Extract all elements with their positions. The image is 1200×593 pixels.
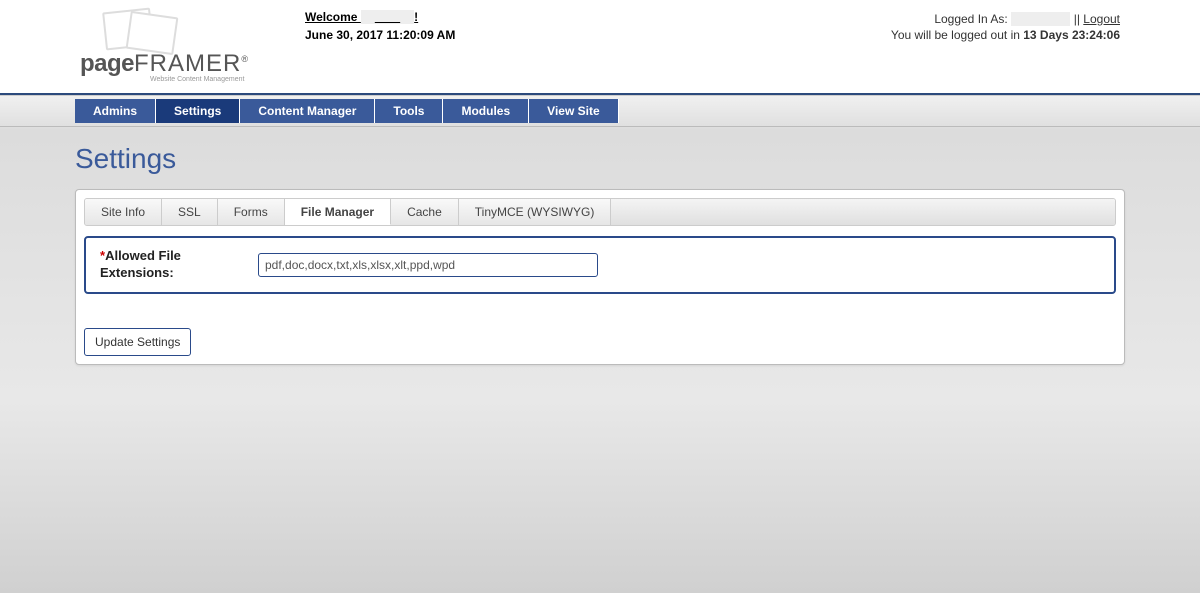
tab-forms[interactable]: Forms [218, 199, 285, 225]
file-manager-form: *Allowed File Extensions: [84, 236, 1116, 294]
tab-tinymce[interactable]: TinyMCE (WYSIWYG) [459, 199, 612, 225]
timeout-prefix: You will be logged out in [891, 28, 1023, 42]
nav-view-site[interactable]: View Site [529, 99, 618, 123]
main-nav: Admins Settings Content Manager Tools Mo… [75, 95, 619, 119]
logout-link[interactable]: Logout [1083, 12, 1120, 26]
allowed-ext-input[interactable] [258, 253, 598, 277]
update-settings-button[interactable]: Update Settings [84, 328, 191, 356]
timeout-value: 13 Days 23:24:06 [1023, 28, 1120, 42]
separator: || [1070, 12, 1083, 26]
logged-in-label: Logged In As: [934, 12, 1011, 26]
welcome-text: Welcome user! [305, 10, 418, 24]
logged-in-user: user [1011, 12, 1070, 26]
settings-panel: Site Info SSL Forms File Manager Cache T… [75, 189, 1125, 365]
logo: pageFRAMER® Website Content Management [80, 8, 260, 88]
logo-text-framer: FRAMER [134, 50, 241, 77]
tab-file-manager[interactable]: File Manager [285, 199, 391, 225]
nav-modules[interactable]: Modules [443, 99, 529, 123]
tab-site-info[interactable]: Site Info [85, 199, 162, 225]
nav-tools[interactable]: Tools [375, 99, 443, 123]
logo-text-page: page [80, 50, 134, 77]
allowed-ext-label: *Allowed File Extensions: [100, 248, 240, 282]
page-title: Settings [75, 143, 1125, 175]
settings-subtabs: Site Info SSL Forms File Manager Cache T… [84, 198, 1116, 226]
tab-ssl[interactable]: SSL [162, 199, 218, 225]
current-datetime: June 30, 2017 11:20:09 AM [305, 28, 455, 42]
nav-content-manager[interactable]: Content Manager [240, 99, 375, 123]
nav-settings[interactable]: Settings [156, 99, 240, 123]
nav-admins[interactable]: Admins [75, 99, 156, 123]
tab-cache[interactable]: Cache [391, 199, 459, 225]
logo-tagline: Website Content Management [150, 76, 244, 83]
